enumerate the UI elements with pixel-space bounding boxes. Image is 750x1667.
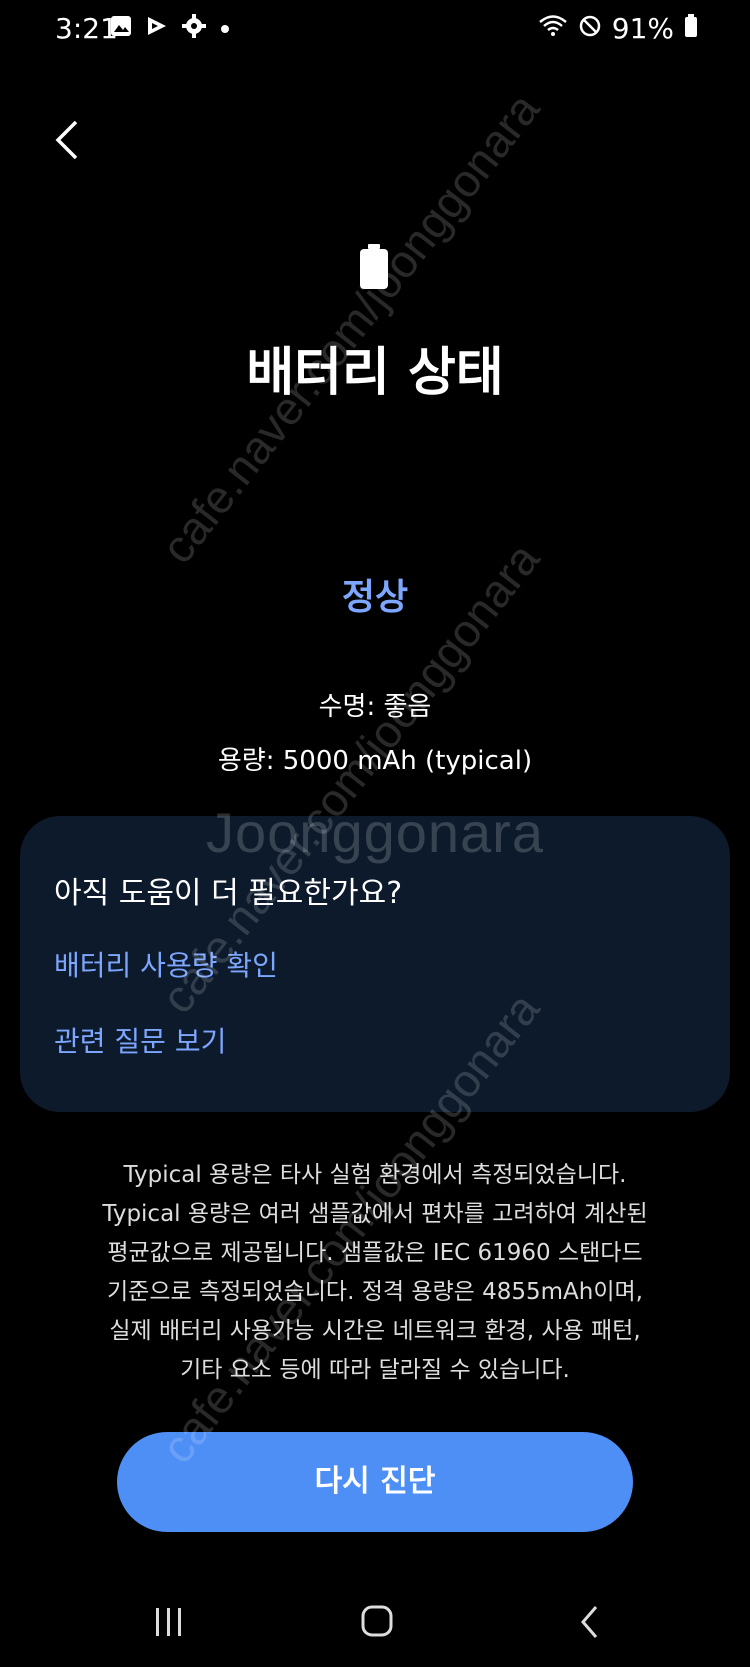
- related-questions-link[interactable]: 관련 질문 보기: [54, 1020, 226, 1060]
- dot-icon: [220, 19, 230, 38]
- description-line: 기타 요소 등에 따라 달라질 수 있습니다.: [180, 1357, 570, 1383]
- settings-gear-icon: [182, 14, 206, 42]
- status-bar: 3:21 91%: [0, 0, 750, 60]
- battery-state: 정상: [341, 577, 409, 618]
- wifi-icon: [538, 12, 568, 45]
- recent-apps-icon: [152, 1608, 186, 1643]
- page-title: 배터리 상태: [246, 343, 504, 403]
- gallery-icon: [110, 15, 132, 41]
- description-line: 기준으로 측정되었습니다. 정격 용량은 4855mAh이며,: [107, 1279, 643, 1305]
- media-icon: [146, 15, 168, 41]
- watermark-diagonal: cafe.naver.com/joonggonara: [150, 83, 550, 573]
- status-left-icons: [110, 14, 230, 42]
- description-line: 실제 배터리 사용가능 시간은 네트워크 환경, 사용 패턴,: [109, 1318, 641, 1344]
- watermark-logo: Joonggonara: [206, 801, 544, 864]
- status-right: 91%: [538, 12, 698, 45]
- battery-icon: [684, 12, 698, 45]
- chevron-left-icon: [52, 120, 82, 166]
- battery-percent: 91%: [611, 12, 674, 45]
- home-button[interactable]: [360, 1604, 394, 1642]
- home-icon: [360, 1605, 394, 1642]
- status-time: 3:21: [55, 12, 118, 45]
- description-line: 평균값으로 제공됩니다. 샘플값은 IEC 61960 스탠다드: [107, 1240, 643, 1266]
- do-not-disturb-icon: [578, 12, 602, 45]
- back-icon: [578, 1606, 602, 1644]
- nav-back-button[interactable]: [578, 1604, 602, 1644]
- back-button[interactable]: [52, 118, 96, 178]
- recent-apps-button[interactable]: [152, 1605, 186, 1643]
